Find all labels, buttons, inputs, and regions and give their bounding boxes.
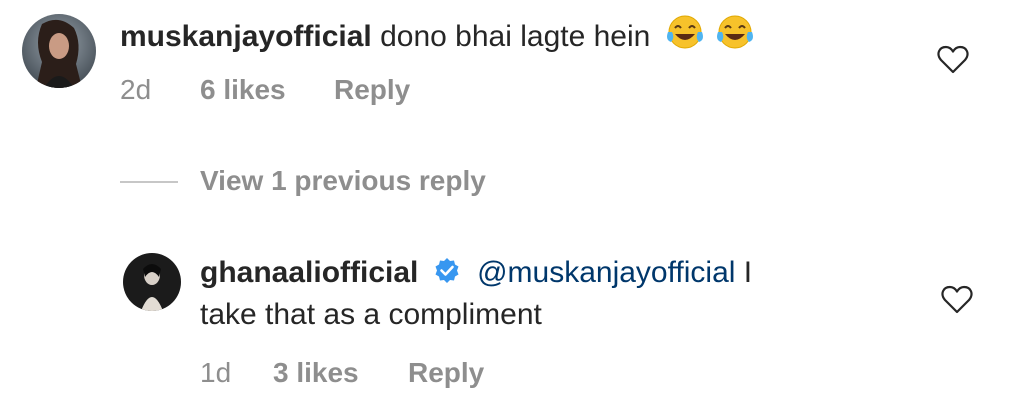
reply-text-line-2: take that as a compliment bbox=[200, 297, 542, 333]
comment-username[interactable]: muskanjayofficial bbox=[120, 20, 372, 53]
thread-divider bbox=[120, 181, 178, 183]
reply-like-heart-icon[interactable] bbox=[941, 284, 973, 319]
verified-badge-icon bbox=[433, 257, 461, 294]
reply-reply-button[interactable]: Reply bbox=[408, 357, 484, 389]
comment-reply-button[interactable]: Reply bbox=[334, 74, 410, 106]
comment-time[interactable]: 2d bbox=[120, 74, 151, 106]
face-with-tears-of-joy-icon bbox=[665, 14, 705, 61]
reply-text-part1: I bbox=[735, 256, 753, 289]
comment-text-line: muskanjayofficial dono bhai lagte hein bbox=[120, 14, 755, 61]
comment-likes[interactable]: 6 likes bbox=[200, 74, 286, 106]
like-heart-icon[interactable] bbox=[937, 44, 969, 79]
reply-mention-link[interactable]: @muskanjayofficial bbox=[477, 256, 735, 289]
view-previous-reply-button[interactable]: View 1 previous reply bbox=[200, 165, 486, 197]
avatar-muskanjayofficial[interactable] bbox=[22, 14, 96, 88]
comment-text: dono bhai lagte hein bbox=[380, 20, 651, 53]
reply-likes[interactable]: 3 likes bbox=[273, 357, 359, 389]
reply-text-part2: take that as a compliment bbox=[200, 298, 542, 331]
reply-time[interactable]: 1d bbox=[200, 357, 231, 389]
face-with-tears-of-joy-icon bbox=[715, 14, 755, 61]
reply-username[interactable]: ghanaaliofficial bbox=[200, 256, 418, 289]
avatar-ghanaaliofficial[interactable] bbox=[123, 253, 181, 311]
reply-text-line-1: ghanaaliofficial @muskanjayofficial I bbox=[200, 255, 752, 294]
